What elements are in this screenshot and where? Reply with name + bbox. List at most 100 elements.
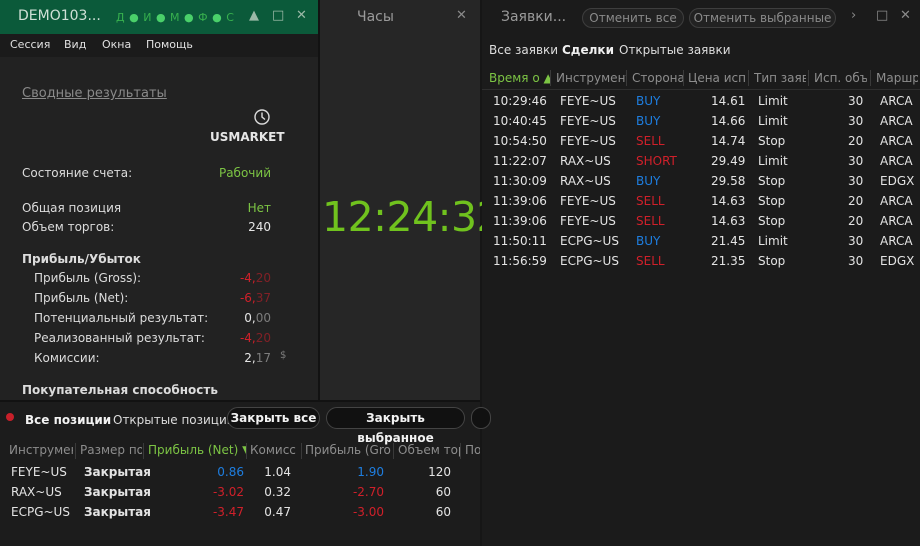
total-position-value: Нет [247, 201, 271, 215]
mini-tab-i[interactable]: И [143, 11, 152, 24]
tab-trades[interactable]: Сделки [562, 43, 614, 57]
column-divider[interactable] [143, 443, 144, 459]
column-divider[interactable] [393, 443, 394, 459]
cell-time: 11:56:59 [493, 254, 547, 268]
chevron-right-icon[interactable]: › [851, 8, 856, 23]
table-row[interactable]: 11:50:11 ECPG~US BUY 21.45 Limit 30 ARCA [482, 231, 920, 251]
menu-help[interactable]: Помощь [146, 38, 193, 51]
table-row[interactable]: 10:54:50 FEYE~US SELL 14.74 Stop 20 ARCA [482, 131, 920, 151]
col-gross-profit[interactable]: Прибыль (Gros [305, 443, 391, 457]
tab-open-positions[interactable]: Открытые позиции [113, 413, 235, 427]
close-icon[interactable]: ✕ [456, 8, 467, 23]
cell-size: Закрытая [84, 485, 151, 499]
cell-price: 29.58 [711, 174, 746, 188]
column-divider[interactable] [683, 70, 684, 86]
cell-volume: 120 [428, 465, 451, 479]
trade-volume-value: 240 [248, 220, 271, 234]
menu-session[interactable]: Сессия [10, 38, 50, 51]
cell-type: Limit [758, 94, 788, 108]
col-exec-price[interactable]: Цена испо [688, 71, 746, 85]
summary-results-link[interactable]: Сводные результаты [22, 86, 167, 101]
tab-all-positions[interactable]: Все позиции [25, 413, 111, 427]
column-divider[interactable] [460, 443, 461, 459]
mini-tab-f[interactable]: Ф [198, 11, 208, 24]
maximize-icon[interactable]: □ [272, 8, 284, 23]
table-row[interactable]: ECPG~US Закрытая -3.47 0.47 -3.00 60 [0, 502, 480, 522]
table-row[interactable]: 11:39:06 FEYE~US SELL 14.63 Stop 20 ARCA [482, 211, 920, 231]
column-divider[interactable] [748, 70, 749, 86]
cell-route: ARCA [880, 154, 913, 168]
clock-time: 12:24:32 [322, 193, 503, 241]
cancel-selected-button[interactable]: Отменить выбранные [689, 8, 836, 28]
table-row[interactable]: 11:22:07 RAX~US SHORT 29.49 Limit 30 ARCA [482, 151, 920, 171]
col-instrument[interactable]: Инструмент [556, 71, 626, 85]
orders-table-body: 10:29:46 FEYE~US BUY 14.61 Limit 30 ARCA 10:40:… [482, 91, 920, 271]
close-icon[interactable]: ✕ [900, 8, 911, 23]
table-row[interactable]: 11:39:06 FEYE~US SELL 14.63 Stop 20 ARCA [482, 191, 920, 211]
cell-size: Закрытая [84, 505, 151, 519]
menu-windows[interactable]: Окна [102, 38, 131, 51]
table-row[interactable]: FEYE~US Закрытая 0.86 1.04 1.90 120 [0, 462, 480, 482]
col-time[interactable]: Время о ▲ [489, 71, 551, 85]
table-row[interactable]: 10:29:46 FEYE~US BUY 14.61 Limit 30 ARCA [482, 91, 920, 111]
mini-dot-icon: ● [212, 11, 223, 24]
col-route[interactable]: Маршр [876, 71, 918, 85]
column-divider[interactable] [246, 443, 247, 459]
cell-route: EDGX [880, 174, 915, 188]
cell-net-profit: -3.02 [212, 485, 244, 499]
cell-commission: 1.04 [264, 465, 291, 479]
clock-icon[interactable] [253, 108, 271, 126]
column-divider[interactable] [75, 443, 76, 459]
column-divider[interactable] [808, 70, 809, 86]
tab-open-orders[interactable]: Открытые заявки [619, 43, 731, 57]
cancel-all-button[interactable]: Отменить все [582, 8, 684, 28]
col-net-profit[interactable]: Прибыль (Net) ▼ [148, 443, 246, 457]
cell-price: 14.74 [711, 134, 746, 148]
realized-result-label: Реализованный результат: [34, 331, 205, 345]
mini-tab-s[interactable]: С [226, 11, 234, 24]
col-exec-qty[interactable]: Исп. объе [814, 71, 867, 85]
gross-profit-label: Прибыль (Gross): [34, 271, 142, 285]
cell-volume: 60 [435, 485, 451, 499]
cell-qty: 30 [848, 254, 864, 268]
col-order-type[interactable]: Тип заяв [754, 71, 806, 85]
maximize-icon[interactable]: □ [876, 8, 888, 23]
cell-side: SELL [636, 214, 665, 228]
close-all-button[interactable]: Закрыть все [227, 407, 320, 429]
cell-type: Limit [758, 234, 788, 248]
account-title-bar[interactable]: DEMO103... Д ● И ● М ● Ф ● С ▲ □ ✕ [0, 0, 318, 34]
account-mini-tabs[interactable]: Д ● И ● М ● Ф ● С [116, 11, 234, 24]
cell-price: 29.49 [711, 154, 746, 168]
close-selected-button[interactable]: Закрыть выбранное [326, 407, 465, 445]
col-commission[interactable]: Комисс [250, 443, 300, 457]
col-volume[interactable]: Объем тор [398, 443, 460, 457]
tab-all-orders[interactable]: Все заявки [489, 43, 558, 57]
col-position-size[interactable]: Размер по: [80, 443, 142, 457]
mini-tab-d[interactable]: Д [116, 11, 125, 24]
table-row[interactable]: RAX~US Закрытая -3.02 0.32 -2.70 60 [0, 482, 480, 502]
column-divider[interactable] [550, 70, 551, 86]
more-button[interactable] [471, 407, 491, 429]
cell-route: ARCA [880, 114, 913, 128]
collapse-icon[interactable]: ▲ [249, 8, 259, 23]
column-divider[interactable] [870, 70, 871, 86]
cell-instrument: FEYE~US [560, 214, 616, 228]
column-divider[interactable] [301, 443, 302, 459]
cell-type: Stop [758, 214, 786, 228]
col-extra[interactable]: По [465, 443, 480, 457]
column-divider[interactable] [626, 70, 627, 86]
cell-route: EDGX [880, 254, 915, 268]
cell-commission: 0.32 [264, 485, 291, 499]
cell-route: ARCA [880, 194, 913, 208]
mini-tab-m[interactable]: М [170, 11, 180, 24]
close-icon[interactable]: ✕ [296, 8, 307, 23]
cell-time: 11:30:09 [493, 174, 547, 188]
table-row[interactable]: 11:56:59 ECPG~US SELL 21.35 Stop 30 EDGX [482, 251, 920, 271]
table-row[interactable]: 10:40:45 FEYE~US BUY 14.66 Limit 30 ARCA [482, 111, 920, 131]
col-side[interactable]: Сторона [632, 71, 684, 85]
col-instrument[interactable]: Инструмен [9, 443, 73, 457]
cell-price: 14.63 [711, 194, 746, 208]
cell-route: ARCA [880, 214, 913, 228]
menu-view[interactable]: Вид [64, 38, 86, 51]
table-row[interactable]: 11:30:09 RAX~US BUY 29.58 Stop 30 EDGX [482, 171, 920, 191]
